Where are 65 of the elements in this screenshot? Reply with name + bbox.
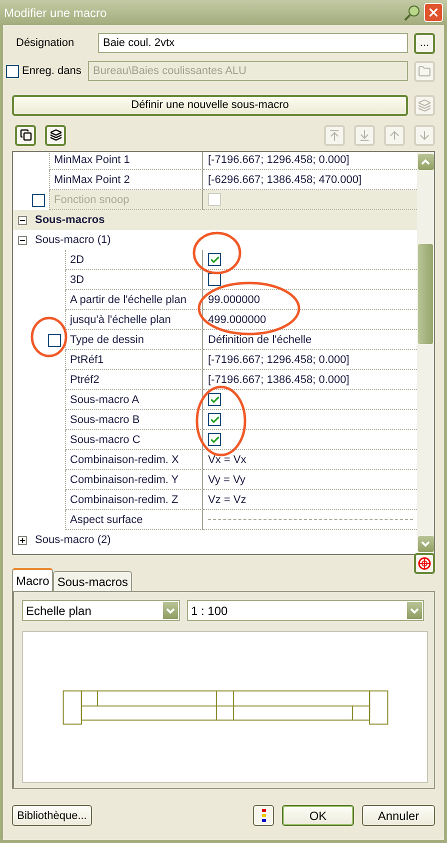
property-name: jusqu'à l'échelle plan: [65, 310, 203, 330]
window-title: Modifier une macro: [4, 6, 108, 20]
scale-select[interactable]: 1 : 100: [187, 600, 424, 621]
property-name: Ptréf2: [65, 370, 203, 390]
ok-button[interactable]: OK: [282, 805, 354, 826]
cancel-button[interactable]: Annuler: [362, 805, 435, 826]
property-name: Combinaison-redim. Y: [65, 470, 203, 490]
property-value[interactable]: 499.000000: [208, 314, 266, 326]
close-icon[interactable]: [427, 6, 440, 19]
field-label: Désignation: [15, 37, 76, 49]
highlight-circle: [196, 386, 246, 456]
copy-icon[interactable]: [15, 124, 36, 146]
property-name: A partir de l'échelle plan: [65, 290, 203, 310]
category-title[interactable]: Sous-macros: [35, 214, 105, 226]
checkbox[interactable]: [208, 413, 221, 426]
checkbox[interactable]: [208, 393, 221, 406]
group-title[interactable]: Sous-macro (1): [35, 234, 111, 246]
chevron-down-icon[interactable]: [166, 608, 175, 614]
tab[interactable]: Macro: [12, 568, 54, 591]
property-name: Sous-macro B: [65, 410, 203, 430]
highlight-circle: [192, 232, 242, 274]
property-value[interactable]: 99.000000: [208, 294, 260, 306]
target-icon[interactable]: [414, 553, 435, 574]
checkbox[interactable]: [208, 253, 221, 266]
collapse-icon[interactable]: [18, 236, 27, 244]
property-value[interactable]: Vz = Vz: [208, 494, 246, 506]
property-name: Combinaison-redim. Z: [65, 490, 203, 510]
property-value[interactable]: [-6296.667; 1386.458; 470.000]: [208, 174, 362, 186]
scroll-thumb[interactable]: [418, 244, 433, 344]
define-submacro-button[interactable]: Définir une nouvelle sous-macro: [12, 94, 408, 116]
property-name: MinMax Point 1: [49, 152, 203, 170]
property-name: PtRéf1: [65, 350, 203, 370]
designation-field[interactable]: Baie coul. 2vtx: [98, 33, 408, 53]
chevron-down-icon[interactable]: [421, 541, 430, 547]
library-button[interactable]: Bibliothèque...: [12, 805, 92, 826]
property-name: 3D: [65, 270, 203, 290]
property-value[interactable]: Définition de l'échelle: [208, 334, 312, 346]
property-value[interactable]: [-7196.667; 1296.458; 0.000]: [208, 154, 350, 166]
tab[interactable]: Sous-macros: [53, 571, 132, 591]
property-name: Fonction snoop: [49, 190, 203, 210]
group-title[interactable]: Sous-macro (2): [35, 534, 111, 546]
scale-type-select[interactable]: Echelle plan: [22, 600, 180, 621]
property-name: 2D: [65, 250, 203, 270]
collapse-icon[interactable]: [18, 216, 27, 224]
scrollbar[interactable]: [417, 152, 434, 554]
browse-button[interactable]: ...: [414, 32, 435, 54]
close-button[interactable]: [424, 3, 443, 22]
property-value[interactable]: Vy = Vy: [208, 474, 246, 486]
property-name: Combinaison-redim. X: [65, 450, 203, 470]
property-name: Sous-macro A: [65, 390, 203, 410]
checkbox[interactable]: [48, 334, 61, 346]
checkbox[interactable]: [208, 433, 221, 446]
expand-icon[interactable]: [18, 536, 27, 544]
highlight-circle: [30, 316, 68, 358]
chevron-up-icon[interactable]: [421, 159, 430, 165]
checkbox[interactable]: [208, 273, 221, 286]
property-name: Sous-macro C: [65, 430, 203, 450]
chevron-down-icon[interactable]: [410, 608, 419, 614]
property-value[interactable]: [-7196.667; 1296.458; 0.000]: [208, 354, 350, 366]
layers-icon[interactable]: [45, 124, 66, 146]
field-label: Enreg. dans: [22, 65, 82, 77]
color-icon[interactable]: [253, 805, 274, 826]
property-value[interactable]: [-7196.667; 1386.458; 0.000]: [208, 374, 350, 386]
property-value[interactable]: Vx = Vx: [208, 454, 246, 466]
property-name: Type de dessin: [65, 330, 203, 350]
